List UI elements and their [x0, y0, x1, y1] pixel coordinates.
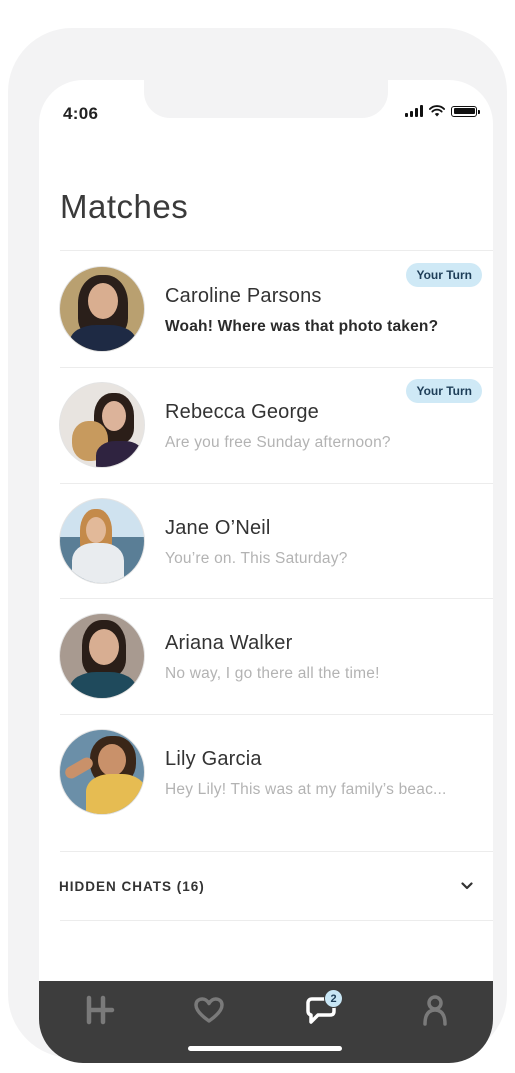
- hidden-chats-toggle[interactable]: HIDDEN CHATS (16): [59, 864, 473, 908]
- match-message: No way, I go there all the time!: [165, 665, 380, 682]
- unread-count-badge: 2: [324, 989, 343, 1008]
- match-name: Rebecca George: [165, 401, 320, 423]
- match-message: You’re on. This Saturday?: [165, 550, 348, 567]
- match-row[interactable]: Lily Garcia Hey Lily! This was at my fam…: [39, 715, 493, 831]
- screen: 4:06 Matches Caroline Parsons Woah! Wher…: [39, 80, 493, 1063]
- wifi-icon: [429, 105, 445, 117]
- match-name: Ariana Walker: [165, 632, 293, 654]
- avatar: [59, 382, 145, 468]
- match-message: Are you free Sunday afternoon?: [165, 434, 391, 451]
- match-name: Lily Garcia: [165, 748, 262, 770]
- match-name: Caroline Parsons: [165, 285, 322, 307]
- battery-icon: [451, 105, 480, 117]
- tab-bar: 2: [39, 981, 493, 1063]
- tab-discover[interactable]: [79, 993, 119, 1027]
- heart-icon: [194, 997, 224, 1023]
- tab-likes[interactable]: [189, 993, 229, 1027]
- match-row[interactable]: Ariana Walker No way, I go there all the…: [39, 599, 493, 715]
- avatar: [59, 613, 145, 699]
- avatar: [59, 498, 145, 584]
- hinge-logo-icon: [86, 995, 115, 1025]
- tab-profile[interactable]: [415, 993, 455, 1027]
- match-row[interactable]: Jane O’Neil You’re on. This Saturday?: [39, 484, 493, 600]
- your-turn-badge: Your Turn: [406, 263, 482, 287]
- divider: [60, 920, 493, 921]
- match-row[interactable]: Rebecca George Are you free Sunday after…: [39, 368, 493, 484]
- profile-icon: [423, 995, 447, 1026]
- match-name: Jane O’Neil: [165, 517, 271, 539]
- your-turn-badge: Your Turn: [406, 379, 482, 403]
- avatar: [59, 729, 145, 815]
- divider: [60, 250, 493, 251]
- avatar: [59, 266, 145, 352]
- divider: [60, 851, 493, 852]
- chevron-down-icon: [461, 882, 473, 890]
- home-indicator[interactable]: [188, 1046, 342, 1051]
- signal-icon: [405, 105, 423, 117]
- hidden-chats-label: HIDDEN CHATS (16): [59, 878, 205, 894]
- tab-matches[interactable]: 2: [301, 989, 343, 1027]
- status-icons: [405, 105, 480, 117]
- match-message: Woah! Where was that photo taken?: [165, 318, 439, 335]
- page-title: Matches: [60, 188, 189, 225]
- match-row[interactable]: Caroline Parsons Woah! Where was that ph…: [39, 252, 493, 368]
- match-message: Hey Lily! This was at my family’s beac..…: [165, 781, 447, 798]
- notch: [144, 80, 388, 118]
- phone-frame: 4:06 Matches Caroline Parsons Woah! Wher…: [8, 28, 507, 1063]
- status-time: 4:06: [63, 104, 99, 123]
